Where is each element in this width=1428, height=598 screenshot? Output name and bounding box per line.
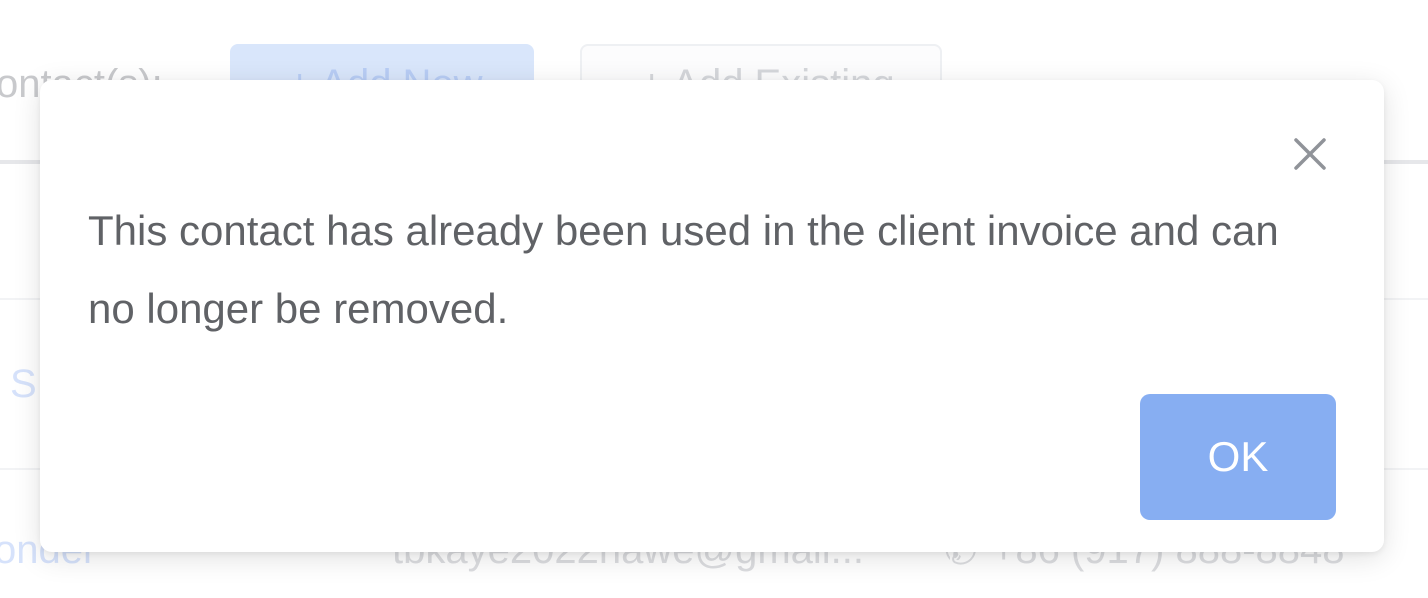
close-button[interactable]: [1288, 132, 1332, 176]
close-icon: [1294, 138, 1326, 170]
ok-button[interactable]: OK: [1140, 394, 1336, 520]
contact-name-link[interactable]: S: [10, 362, 37, 407]
dialog-message: This contact has already been used in th…: [88, 207, 1279, 332]
alert-dialog: This contact has already been used in th…: [40, 80, 1384, 552]
